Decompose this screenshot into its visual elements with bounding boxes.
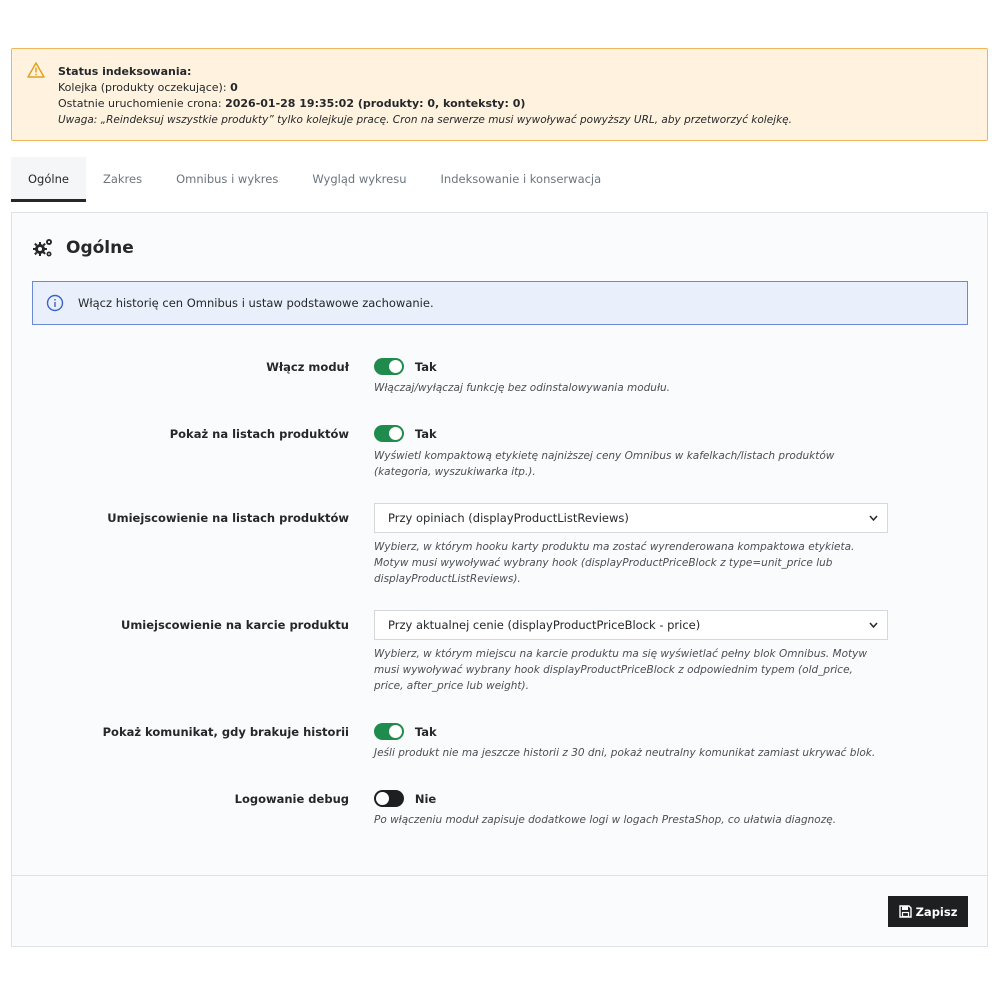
tab-omnibus-chart[interactable]: Omnibus i wykres: [159, 157, 295, 202]
enable-module-toggle[interactable]: [374, 358, 404, 375]
info-icon: [46, 294, 64, 312]
debug-logging-help: Po włączeniu moduł zapisuje dodatkowe lo…: [374, 814, 837, 826]
list-position-value: Przy opiniach (displayProductListReviews…: [388, 511, 629, 525]
toggle-knob: [376, 792, 389, 805]
enable-module-control: Tak: [374, 358, 437, 375]
general-settings-panel: Ogólne Włącz historię cen Omnibus i usta…: [11, 212, 988, 947]
tab-general[interactable]: Ogólne: [11, 157, 86, 202]
debug-logging-label: Logowanie debug: [234, 792, 349, 806]
save-icon: [898, 905, 912, 918]
product-position-label: Umiejscowienie na karcie produktu: [120, 618, 349, 632]
enable-module-state: Tak: [414, 359, 437, 374]
save-label: Zapisz: [915, 904, 958, 919]
tab-chart-appearance[interactable]: Wygląd wykresu: [295, 157, 423, 202]
toggle-knob: [389, 725, 402, 738]
chevron-down-icon: [869, 622, 878, 629]
debug-logging-state: Nie: [414, 791, 437, 806]
info-text: Włącz historię cen Omnibus i ustaw podst…: [78, 296, 434, 310]
product-position-select[interactable]: Przy aktualnej cenie (displayProductPric…: [374, 610, 888, 640]
list-position-select[interactable]: Przy opiniach (displayProductListReviews…: [374, 503, 888, 533]
enable-module-label: Włącz moduł: [266, 360, 349, 374]
cron-label: Ostatnie uruchomienie crona:: [58, 97, 222, 110]
queue-value: 0: [230, 81, 238, 94]
cogs-icon: [33, 239, 52, 257]
status-note: Uwaga: „Reindeksuj wszystkie produkty” t…: [58, 114, 792, 126]
toggle-knob: [389, 427, 402, 440]
info-alert: Włącz historię cen Omnibus i ustaw podst…: [32, 281, 968, 325]
missing-history-help: Jeśli produkt nie ma jeszcze historii z …: [374, 747, 876, 759]
debug-logging-toggle[interactable]: [374, 790, 404, 807]
show-on-lists-control: Tak: [374, 425, 437, 442]
debug-logging-control: Nie: [374, 790, 436, 807]
show-on-lists-help: Wyświetl kompaktową etykietę najniższej …: [374, 450, 835, 478]
show-on-lists-label: Pokaż na listach produktów: [169, 427, 349, 441]
product-position-value: Przy aktualnej cenie (displayProductPric…: [388, 618, 701, 632]
show-on-lists-state: Tak: [414, 426, 437, 441]
missing-history-toggle[interactable]: [374, 723, 404, 740]
enable-module-help: Włączaj/wyłączaj funkcję bez odinstalowy…: [374, 382, 670, 394]
list-position-label: Umiejscowienie na listach produktów: [107, 511, 349, 525]
queue-label: Kolejka (produkty oczekujące):: [58, 81, 227, 94]
panel-header: Ogólne: [32, 237, 134, 259]
show-on-lists-toggle[interactable]: [374, 425, 404, 442]
tab-scope[interactable]: Zakres: [86, 157, 159, 202]
cron-value: 2026-01-28 19:35:02 (produkty: 0, kontek…: [225, 97, 526, 110]
indexing-status-alert: Status indeksowania: Kolejka (produkty o…: [11, 48, 988, 141]
missing-history-control: Tak: [374, 723, 437, 740]
list-position-help: Wybierz, w którym hooku karty produktu m…: [374, 541, 855, 585]
panel-footer-divider: [12, 875, 987, 876]
status-title: Status indeksowania:: [58, 65, 192, 78]
tab-indexing-maintenance[interactable]: Indeksowanie i konserwacja: [424, 157, 619, 202]
panel-title: Ogólne: [66, 238, 134, 258]
toggle-knob: [389, 360, 402, 373]
save-button[interactable]: Zapisz: [888, 896, 968, 927]
settings-tabs: Ogólne Zakres Omnibus i wykres Wygląd wy…: [11, 157, 618, 202]
chevron-down-icon: [869, 515, 878, 522]
missing-history-state: Tak: [414, 724, 437, 739]
product-position-help: Wybierz, w którym miejscu na karcie prod…: [374, 648, 867, 692]
missing-history-label: Pokaż komunikat, gdy brakuje historii: [102, 725, 349, 739]
warning-icon: [27, 62, 45, 78]
